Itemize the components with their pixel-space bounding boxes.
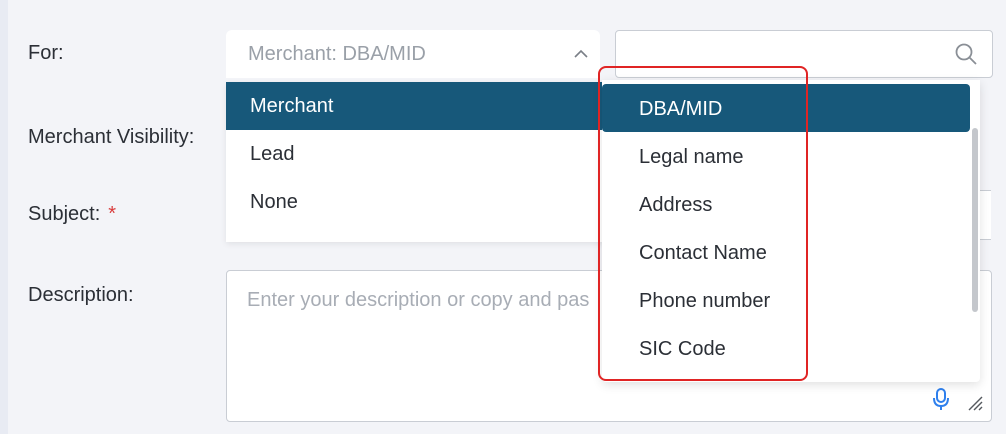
for-select[interactable]: Merchant: DBA/MID bbox=[226, 30, 600, 78]
for-label: For: bbox=[28, 42, 64, 64]
menu-item-label: None bbox=[250, 191, 298, 213]
menu-item-contact-name[interactable]: Contact Name bbox=[602, 228, 970, 276]
merchant-visibility-label: Merchant Visibility: bbox=[28, 126, 195, 148]
subject-label-text: Subject: bbox=[28, 203, 101, 225]
menu-item-phone-number[interactable]: Phone number bbox=[602, 276, 970, 324]
scrollbar-thumb[interactable] bbox=[972, 128, 978, 312]
menu-item-label: Legal name bbox=[639, 146, 744, 168]
required-marker: * bbox=[108, 203, 117, 225]
menu-item-legal-name[interactable]: Legal name bbox=[602, 132, 970, 180]
microphone-icon[interactable] bbox=[933, 387, 949, 416]
menu-item-dba-mid[interactable]: DBA/MID bbox=[602, 84, 970, 132]
search-input[interactable] bbox=[615, 30, 993, 78]
subject-label: Subject: * bbox=[28, 203, 116, 226]
menu-item-sic-code[interactable]: SIC Code bbox=[602, 324, 970, 372]
resize-handle-icon[interactable] bbox=[967, 395, 983, 416]
menu-item-none[interactable]: None bbox=[226, 178, 606, 226]
menu-item-address[interactable]: Address bbox=[602, 180, 970, 228]
menu-item-label: DBA/MID bbox=[639, 98, 723, 120]
description-label: Description: bbox=[28, 284, 134, 306]
scrollbar[interactable] bbox=[970, 80, 980, 382]
for-select-value: Merchant: DBA/MID bbox=[248, 43, 426, 65]
menu-item-label: SIC Code bbox=[639, 338, 726, 360]
field-dropdown-menu: DBA/MID Legal name Address Contact Name … bbox=[602, 80, 980, 382]
menu-item-label: Merchant bbox=[250, 95, 334, 117]
search-icon[interactable] bbox=[954, 42, 978, 71]
menu-item-label: Contact Name bbox=[639, 242, 767, 264]
left-edge bbox=[0, 0, 8, 434]
description-placeholder: Enter your description or copy and pas bbox=[247, 289, 590, 311]
menu-item-merchant[interactable]: Merchant bbox=[226, 82, 606, 130]
menu-item-lead[interactable]: Lead bbox=[226, 130, 606, 178]
menu-item-label: Phone number bbox=[639, 290, 771, 312]
chevron-up-icon bbox=[574, 49, 588, 59]
entity-dropdown-menu: Merchant Lead None bbox=[226, 82, 606, 242]
menu-item-label: Lead bbox=[250, 143, 295, 165]
menu-item-label: Address bbox=[639, 194, 713, 216]
